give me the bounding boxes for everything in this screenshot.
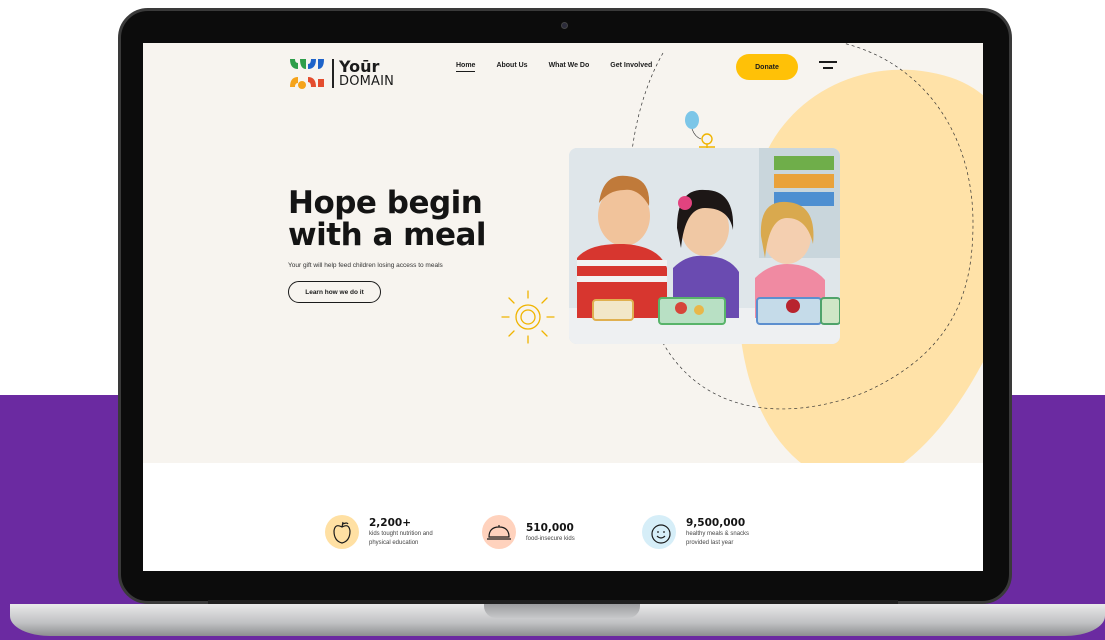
hero-subtitle: Your gift will help feed children losing… xyxy=(288,262,443,269)
hero-children-photo xyxy=(569,148,840,344)
camera-icon xyxy=(561,22,568,29)
nav-item-get-involved[interactable]: Get Involved xyxy=(610,62,652,72)
nav-item-about-us[interactable]: About Us xyxy=(496,62,527,72)
photo-illustration xyxy=(569,148,840,344)
nav-item-home[interactable]: Home xyxy=(456,62,476,72)
main-nav: Home About Us What We Do Get Involved xyxy=(456,62,652,72)
logo-text-line2: DOMAIN xyxy=(339,73,395,89)
logo-mark-icon xyxy=(290,59,324,89)
stat-meals-provided: 9,500,000 healthy meals & snacks provide… xyxy=(642,515,749,549)
hero-title-line2: with a meal xyxy=(288,217,487,253)
stat-description: healthy meals & snacks xyxy=(686,531,750,537)
learn-how-button[interactable]: Learn how we do it xyxy=(288,281,381,303)
stat-kids-taught: 2,200+ kids tought nutrition and physica… xyxy=(325,515,433,549)
stat-description: kids tought nutrition and xyxy=(369,531,433,537)
stat-value: 9,500,000 xyxy=(686,517,746,529)
stat-description: food-insecure kids xyxy=(526,535,575,542)
site-logo[interactable]: Yoūr DOMAIN xyxy=(288,55,408,91)
hero-title: Hope begin with a meal xyxy=(288,187,548,251)
smiley-icon xyxy=(642,515,676,549)
website-screen: Yoūr DOMAIN Home About Us What We Do Get… xyxy=(143,43,983,571)
apple-icon xyxy=(325,515,359,549)
sun-illustration xyxy=(501,290,555,344)
donate-button[interactable]: Donate xyxy=(736,54,798,80)
laptop-notch xyxy=(484,604,640,618)
stat-food-insecure: 510,000 food-insecure kids xyxy=(482,515,575,549)
stat-value: 510,000 xyxy=(526,521,574,534)
logo-text-line1: Yoūr xyxy=(339,56,380,76)
hamburger-menu-icon[interactable] xyxy=(819,60,837,72)
stat-description-line2: physical education xyxy=(369,540,419,546)
stat-description-line2: provided last year xyxy=(686,540,734,546)
stat-value: 2,200+ xyxy=(369,517,412,529)
food-cloche-icon xyxy=(482,515,516,549)
nav-item-what-we-do[interactable]: What We Do xyxy=(549,62,590,72)
hero-title-line1: Hope begin xyxy=(288,185,483,221)
